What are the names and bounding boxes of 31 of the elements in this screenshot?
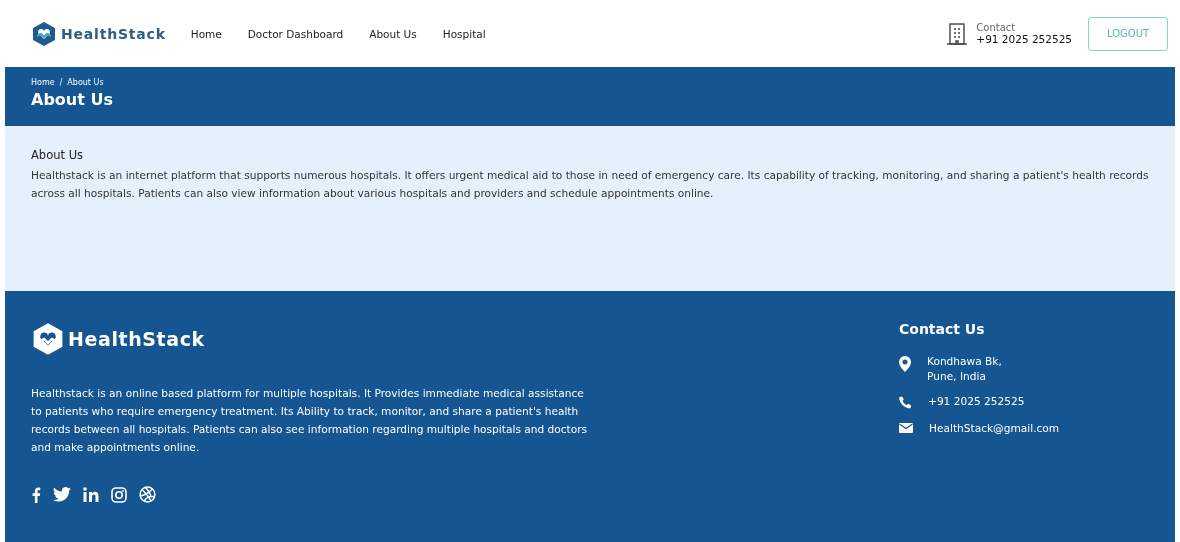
breadcrumb-link[interactable]: About Us (67, 78, 104, 87)
page-title: About Us (31, 90, 114, 109)
brand-name[interactable]: HealthStack (61, 25, 166, 42)
nav-link[interactable]: Doctor Dashboard (247, 27, 344, 40)
instagram-icon[interactable] (111, 486, 127, 503)
contact-detail: +91 2025 252525 (928, 395, 1025, 407)
dribbble-icon[interactable] (139, 486, 156, 503)
contact-detail: Pune, India (927, 370, 987, 382)
envelope-icon (899, 423, 913, 433)
logo-icon (31, 322, 65, 356)
contact-label: Contact (976, 22, 1017, 33)
brand-name: HealthStack (68, 328, 205, 350)
logo-icon (31, 20, 57, 47)
breadcrumb-separator: / (59, 78, 63, 87)
facebook-icon[interactable] (31, 486, 41, 503)
contact-heading: Contact Us (899, 321, 986, 337)
linkedin-icon[interactable] (83, 487, 99, 502)
contact-detail: HealthStack@gmail.com (929, 422, 1060, 434)
about-paragraph: Healthstack is an internet platform that supports numerous hospitals. It offers urgent medical aid to those in need of emergency care. Its capability of tracking, monitoring, and sharing a patient's health records across all hospitals. Patients can also view information about various hospitals and providers and schedule appointments online. (31, 168, 1149, 201)
nav-link[interactable]: About Us (369, 27, 417, 40)
building-icon (946, 21, 969, 46)
contact-phone: +91 2025 252525 (976, 33, 1072, 45)
breadcrumb-link[interactable]: Home (31, 78, 55, 87)
nav-link[interactable]: Hospital (442, 27, 486, 40)
phone-icon (899, 396, 912, 409)
contact-detail: Kondhawa Bk, (927, 355, 1002, 367)
section-heading: About Us (31, 148, 85, 162)
location-pin-icon (899, 356, 911, 372)
twitter-icon[interactable] (53, 487, 71, 502)
nav-link[interactable]: Home (190, 27, 222, 40)
footer-description: Healthstack is an online based platform for multiple hospitals. It Provides immediate medical assistance to patients who require emergency treatment. Its Ability to track, monitor, and share a patient's health records between all hospitals. Patients can also see information regarding multiple hospitals and doctors and make appointments online. (31, 386, 589, 455)
